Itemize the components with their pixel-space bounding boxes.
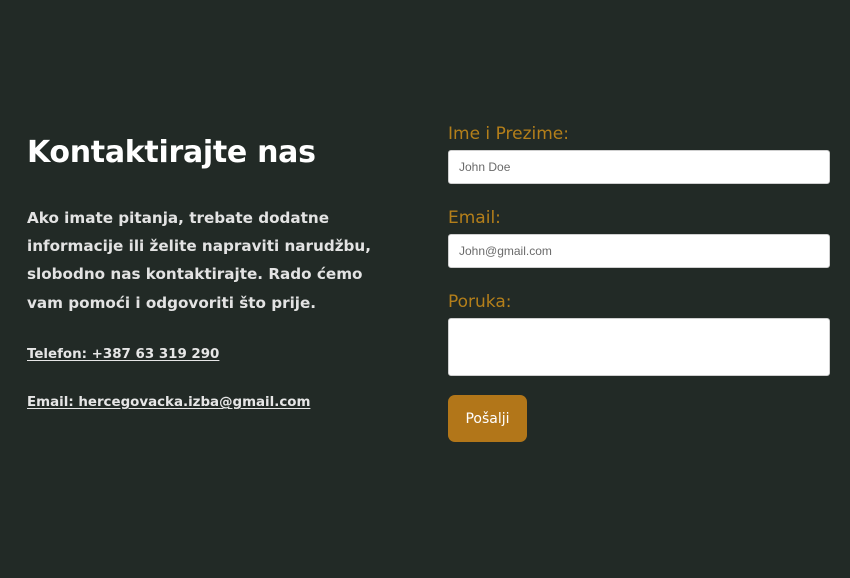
message-textarea[interactable] [448,318,830,376]
email-label: Email: [448,208,501,228]
email-link[interactable]: Email: hercegovacka.izba@gmail.com [27,393,407,413]
page-title: Kontaktirajte nas [27,135,316,170]
name-label: Ime i Prezime: [448,124,569,144]
submit-button[interactable]: Pošalji [448,395,527,442]
message-label: Poruka: [448,292,512,312]
name-input[interactable] [448,150,830,184]
email-input[interactable] [448,234,830,268]
contact-info: Kontaktirajte nas Ako imate pitanja, tre… [27,131,407,413]
phone-link[interactable]: Telefon: +387 63 319 290 [27,345,407,365]
contact-description: Ako imate pitanja, trebate dodatne infor… [27,209,371,312]
contact-form: Ime i Prezime: Email: Poruka: Pošalji [448,120,830,442]
